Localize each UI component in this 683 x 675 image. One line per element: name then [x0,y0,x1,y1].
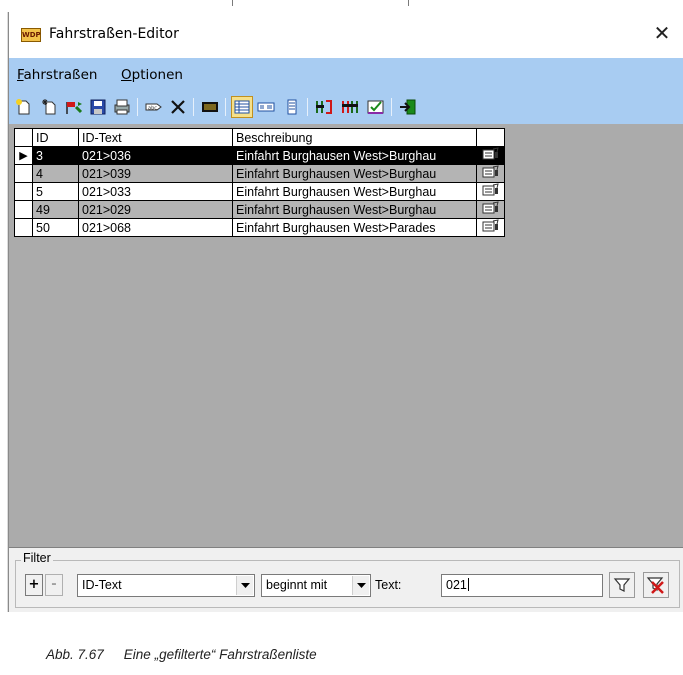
row-edit-button[interactable] [476,218,505,237]
table-view-icon[interactable] [231,96,253,118]
cell-beschreibung[interactable]: Einfahrt Burghausen West>Burghau [232,146,477,165]
row-edit-button[interactable] [476,164,505,183]
edit-route-icon [482,219,499,232]
exit-icon[interactable] [397,96,419,118]
cell-id[interactable]: 4 [32,164,79,183]
window-top-edge [0,0,683,12]
edit-route-icon [482,147,499,160]
cell-beschreibung[interactable]: Einfahrt Burghausen West>Burghau [232,164,477,183]
row-indicator [14,182,33,201]
cell-id[interactable]: 49 [32,200,79,219]
chevron-down-icon[interactable] [236,576,253,595]
new-copy-icon[interactable] [39,96,61,118]
filter-mode-select[interactable]: beginnt mit [261,574,371,597]
checklist-icon[interactable] [365,96,387,118]
row-indicator [14,200,33,219]
add-filter-button[interactable]: + [25,574,43,596]
table-header-row: ID ID-Text Beschreibung [14,128,505,147]
cell-id-text[interactable]: 021>033 [78,182,233,201]
cell-beschreibung[interactable]: Einfahrt Burghausen West>Parades [232,218,477,237]
filter-field-select[interactable]: ID-Text [77,574,255,597]
filter-panel: Filter + - ID-Text beginnt mit Text: 021 [9,548,683,612]
edit-route-icon [482,201,499,214]
cell-id[interactable]: 5 [32,182,79,201]
row-edit-button[interactable] [476,182,505,201]
cell-id-text[interactable]: 021>068 [78,218,233,237]
cell-beschreibung[interactable]: Einfahrt Burghausen West>Burghau [232,200,477,219]
toolbar-separator [193,98,194,116]
cell-id-text[interactable]: 021>036 [78,146,233,165]
filter-text-input[interactable]: 021 [441,574,603,597]
clear-filter-button[interactable] [643,572,669,598]
signal-panel-icon[interactable] [199,96,221,118]
header-action [476,128,505,147]
header-id[interactable]: ID [32,128,79,147]
save-icon[interactable] [87,96,109,118]
row-edit-button[interactable] [476,200,505,219]
edge-tick [232,0,233,6]
row-indicator [14,164,33,183]
header-indicator-cell [14,128,33,147]
row-edit-button[interactable] [476,146,505,165]
edit-flag-icon[interactable] [63,96,85,118]
toolbar-separator [225,98,226,116]
header-id-text[interactable]: ID-Text [78,128,233,147]
row-indicator [14,218,33,237]
cell-beschreibung[interactable]: Einfahrt Burghausen West>Burghau [232,182,477,201]
edge-tick [408,0,409,6]
svg-text:abc: abc [148,106,157,112]
title-bar: WDP Fahrstraßen-Editor ✕ [9,12,683,58]
chevron-down-icon[interactable] [352,576,369,595]
funnel-icon [613,578,631,592]
menu-optionen[interactable]: Optionen [121,67,183,83]
table-row[interactable]: 5 021>033 Einfahrt Burghausen West>Burgh… [14,182,505,201]
list-view-icon[interactable] [281,96,303,118]
figure-caption: Abb. 7.67 Eine „gefilterte“ Fahrstraßenli… [46,647,317,662]
toolbar-separator [137,98,138,116]
toolbar-separator [391,98,392,116]
cell-id-text[interactable]: 021>029 [78,200,233,219]
delete-icon[interactable] [167,96,189,118]
table-area: ID ID-Text Beschreibung ▶ 3 021>036 Einf… [9,124,683,548]
edit-route-icon [482,183,499,196]
route-icon-1[interactable] [313,96,335,118]
table-row[interactable]: ▶ 3 021>036 Einfahrt Burghausen West>Bur… [14,146,505,165]
clear-filter-icon [646,577,664,594]
filter-text-label: Text: [375,578,402,592]
header-beschreibung[interactable]: Beschreibung [232,128,477,147]
filter-mode-value: beginnt mit [266,578,328,592]
menu-fahrstrassen[interactable]: Fahrstraßen [17,67,97,83]
cell-id[interactable]: 50 [32,218,79,237]
toolbar: abc [9,92,683,124]
edit-route-icon [482,165,499,178]
new-icon[interactable] [13,96,35,118]
app-icon: WDP [21,28,41,42]
window-title: Fahrstraßen-Editor [49,26,179,42]
remove-filter-button[interactable]: - [45,574,63,596]
close-button[interactable]: ✕ [647,18,677,48]
fahrstrassen-editor-window: WDP Fahrstraßen-Editor ✕ Fahrstraßen Opt… [8,12,683,612]
print-icon[interactable] [111,96,133,118]
route-icon-2[interactable] [339,96,361,118]
apply-filter-button[interactable] [609,572,635,598]
cell-id[interactable]: 3 [32,146,79,165]
toolbar-separator [307,98,308,116]
filter-field-value: ID-Text [82,578,122,592]
row-selected-indicator: ▶ [14,146,33,165]
table-row[interactable]: 4 021>039 Einfahrt Burghausen West>Burgh… [14,164,505,183]
table-row[interactable]: 49 021>029 Einfahrt Burghausen West>Burg… [14,200,505,219]
table-row[interactable]: 50 021>068 Einfahrt Burghausen West>Para… [14,218,505,237]
figure-caption-text: Eine „gefilterte“ Fahrstraßenliste [123,647,317,662]
filter-text-value: 021 [446,578,467,592]
menu-bar: Fahrstraßen Optionen [9,58,683,92]
filter-legend: Filter [21,551,53,565]
cell-id-text[interactable]: 021>039 [78,164,233,183]
text-caret [467,578,469,591]
figure-number: Abb. 7.67 [46,647,104,662]
fahrstrassen-table: ID ID-Text Beschreibung ▶ 3 021>036 Einf… [14,128,505,237]
tag-icon[interactable]: abc [143,96,165,118]
form-view-icon[interactable] [255,96,277,118]
